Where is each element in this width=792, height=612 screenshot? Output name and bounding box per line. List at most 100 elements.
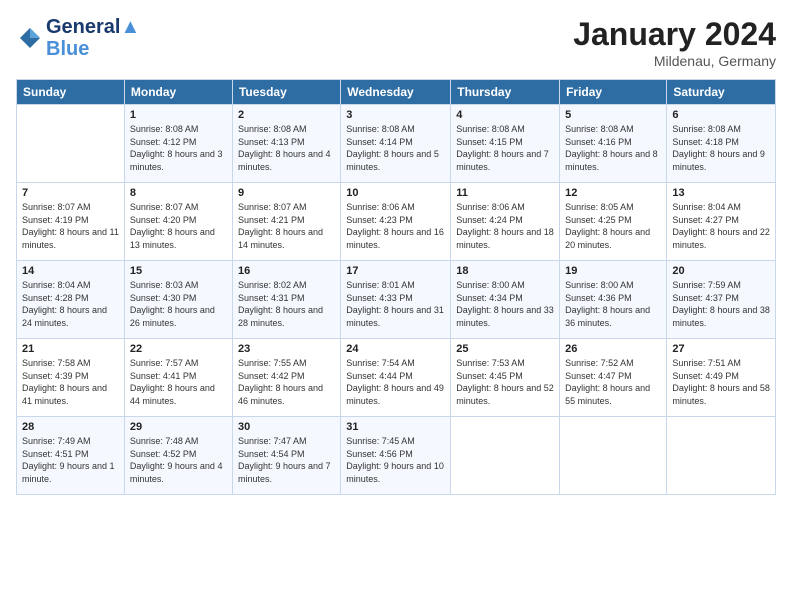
cell-info: Sunrise: 8:08 AMSunset: 4:16 PMDaylight:… <box>565 123 661 173</box>
calendar-cell: 22 Sunrise: 7:57 AMSunset: 4:41 PMDayligh… <box>124 339 232 417</box>
calendar-cell: 17 Sunrise: 8:01 AMSunset: 4:33 PMDayligh… <box>341 261 451 339</box>
calendar-cell: 15Sunrise: 8:03 AMSunset: 4:30 PMDayligh… <box>124 261 232 339</box>
cell-info: Sunrise: 8:00 AMSunset: 4:36 PMDaylight:… <box>565 279 661 329</box>
cell-info: Sunrise: 7:48 AMSunset: 4:52 PMDaylight:… <box>130 435 227 485</box>
calendar-cell: 10 Sunrise: 8:06 AMSunset: 4:23 PMDayligh… <box>341 183 451 261</box>
cell-info: Sunrise: 7:47 AMSunset: 4:54 PMDaylight:… <box>238 435 335 485</box>
cell-info: Sunrise: 7:59 AMSunset: 4:37 PMDaylight:… <box>672 279 770 329</box>
cell-info: Sunrise: 8:04 AMSunset: 4:27 PMDaylight:… <box>672 201 770 251</box>
day-number: 21 <box>22 343 119 355</box>
month-title: January 2024 <box>573 16 776 53</box>
day-number: 20 <box>672 265 770 277</box>
calendar-cell: 18Sunrise: 8:00 AMSunset: 4:34 PMDayligh… <box>451 261 560 339</box>
day-number: 13 <box>672 187 770 199</box>
calendar-cell <box>451 417 560 495</box>
day-number: 16 <box>238 265 335 277</box>
cell-info: Sunrise: 8:05 AMSunset: 4:25 PMDaylight:… <box>565 201 661 251</box>
day-number: 19 <box>565 265 661 277</box>
day-number: 1 <box>130 109 227 121</box>
calendar-cell: 14 Sunrise: 8:04 AMSunset: 4:28 PMDayligh… <box>17 261 125 339</box>
calendar-cell: 8Sunrise: 8:07 AMSunset: 4:20 PMDaylight… <box>124 183 232 261</box>
day-header-tuesday: Tuesday <box>232 80 340 105</box>
calendar-cell: 6 Sunrise: 8:08 AMSunset: 4:18 PMDaylight… <box>667 105 776 183</box>
day-number: 25 <box>456 343 554 355</box>
calendar-cell: 7 Sunrise: 8:07 AMSunset: 4:19 PMDaylight… <box>17 183 125 261</box>
day-number: 11 <box>456 187 554 199</box>
week-row-3: 14 Sunrise: 8:04 AMSunset: 4:28 PMDayligh… <box>17 261 776 339</box>
day-header-friday: Friday <box>560 80 667 105</box>
day-number: 15 <box>130 265 227 277</box>
day-number: 6 <box>672 109 770 121</box>
calendar-cell: 27Sunrise: 7:51 AMSunset: 4:49 PMDayligh… <box>667 339 776 417</box>
week-row-2: 7 Sunrise: 8:07 AMSunset: 4:19 PMDaylight… <box>17 183 776 261</box>
cell-info: Sunrise: 8:08 AMSunset: 4:14 PMDaylight:… <box>346 123 445 173</box>
calendar-cell: 30 Sunrise: 7:47 AMSunset: 4:54 PMDayligh… <box>232 417 340 495</box>
calendar-cell: 24 Sunrise: 7:54 AMSunset: 4:44 PMDayligh… <box>341 339 451 417</box>
cell-info: Sunrise: 8:01 AMSunset: 4:33 PMDaylight:… <box>346 279 445 329</box>
day-number: 4 <box>456 109 554 121</box>
calendar-cell: 4Sunrise: 8:08 AMSunset: 4:15 PMDaylight… <box>451 105 560 183</box>
day-number: 8 <box>130 187 227 199</box>
header: General▲ Blue January 2024 Mildenau, Ger… <box>16 16 776 69</box>
cell-info: Sunrise: 8:04 AMSunset: 4:28 PMDaylight:… <box>22 279 119 329</box>
page-container: General▲ Blue January 2024 Mildenau, Ger… <box>0 0 792 505</box>
calendar-cell <box>17 105 125 183</box>
cell-info: Sunrise: 8:06 AMSunset: 4:24 PMDaylight:… <box>456 201 554 251</box>
day-number: 28 <box>22 421 119 433</box>
logo-text: General▲ Blue <box>46 16 140 60</box>
calendar-cell: 13 Sunrise: 8:04 AMSunset: 4:27 PMDayligh… <box>667 183 776 261</box>
day-number: 30 <box>238 421 335 433</box>
calendar-cell: 19 Sunrise: 8:00 AMSunset: 4:36 PMDayligh… <box>560 261 667 339</box>
calendar-cell: 5 Sunrise: 8:08 AMSunset: 4:16 PMDaylight… <box>560 105 667 183</box>
header-row: SundayMondayTuesdayWednesdayThursdayFrid… <box>17 80 776 105</box>
calendar-cell: 28 Sunrise: 7:49 AMSunset: 4:51 PMDayligh… <box>17 417 125 495</box>
day-number: 23 <box>238 343 335 355</box>
week-row-1: 1 Sunrise: 8:08 AMSunset: 4:12 PMDaylight… <box>17 105 776 183</box>
day-number: 24 <box>346 343 445 355</box>
cell-info: Sunrise: 7:52 AMSunset: 4:47 PMDaylight:… <box>565 357 661 407</box>
calendar-cell: 16Sunrise: 8:02 AMSunset: 4:31 PMDayligh… <box>232 261 340 339</box>
day-number: 3 <box>346 109 445 121</box>
day-number: 7 <box>22 187 119 199</box>
cell-info: Sunrise: 7:55 AMSunset: 4:42 PMDaylight:… <box>238 357 335 407</box>
day-number: 26 <box>565 343 661 355</box>
cell-info: Sunrise: 7:53 AMSunset: 4:45 PMDaylight:… <box>456 357 554 407</box>
day-number: 17 <box>346 265 445 277</box>
cell-info: Sunrise: 7:54 AMSunset: 4:44 PMDaylight:… <box>346 357 445 407</box>
day-number: 14 <box>22 265 119 277</box>
calendar-cell: 3 Sunrise: 8:08 AMSunset: 4:14 PMDaylight… <box>341 105 451 183</box>
day-number: 5 <box>565 109 661 121</box>
calendar-cell: 21 Sunrise: 7:58 AMSunset: 4:39 PMDayligh… <box>17 339 125 417</box>
calendar-cell: 11 Sunrise: 8:06 AMSunset: 4:24 PMDayligh… <box>451 183 560 261</box>
day-header-thursday: Thursday <box>451 80 560 105</box>
day-header-monday: Monday <box>124 80 232 105</box>
cell-info: Sunrise: 8:06 AMSunset: 4:23 PMDaylight:… <box>346 201 445 251</box>
calendar-cell: 23 Sunrise: 7:55 AMSunset: 4:42 PMDayligh… <box>232 339 340 417</box>
day-number: 12 <box>565 187 661 199</box>
cell-info: Sunrise: 7:57 AMSunset: 4:41 PMDaylight:… <box>130 357 227 407</box>
day-number: 18 <box>456 265 554 277</box>
calendar-cell: 25 Sunrise: 7:53 AMSunset: 4:45 PMDayligh… <box>451 339 560 417</box>
title-block: January 2024 Mildenau, Germany <box>573 16 776 69</box>
cell-info: Sunrise: 7:45 AMSunset: 4:56 PMDaylight:… <box>346 435 445 485</box>
week-row-5: 28 Sunrise: 7:49 AMSunset: 4:51 PMDayligh… <box>17 417 776 495</box>
cell-info: Sunrise: 8:07 AMSunset: 4:21 PMDaylight:… <box>238 201 335 251</box>
cell-info: Sunrise: 7:49 AMSunset: 4:51 PMDaylight:… <box>22 435 119 485</box>
calendar-cell: 26 Sunrise: 7:52 AMSunset: 4:47 PMDayligh… <box>560 339 667 417</box>
cell-info: Sunrise: 8:07 AMSunset: 4:19 PMDaylight:… <box>22 201 119 251</box>
day-number: 10 <box>346 187 445 199</box>
cell-info: Sunrise: 8:08 AMSunset: 4:18 PMDaylight:… <box>672 123 770 173</box>
calendar-cell <box>667 417 776 495</box>
day-number: 22 <box>130 343 227 355</box>
day-header-sunday: Sunday <box>17 80 125 105</box>
calendar-cell: 2Sunrise: 8:08 AMSunset: 4:13 PMDaylight… <box>232 105 340 183</box>
cell-info: Sunrise: 8:08 AMSunset: 4:12 PMDaylight:… <box>130 123 227 173</box>
day-number: 9 <box>238 187 335 199</box>
calendar-cell: 9 Sunrise: 8:07 AMSunset: 4:21 PMDaylight… <box>232 183 340 261</box>
calendar-cell <box>560 417 667 495</box>
day-number: 29 <box>130 421 227 433</box>
day-number: 31 <box>346 421 445 433</box>
cell-info: Sunrise: 7:51 AMSunset: 4:49 PMDaylight:… <box>672 357 770 407</box>
logo-icon <box>16 24 44 52</box>
cell-info: Sunrise: 7:58 AMSunset: 4:39 PMDaylight:… <box>22 357 119 407</box>
